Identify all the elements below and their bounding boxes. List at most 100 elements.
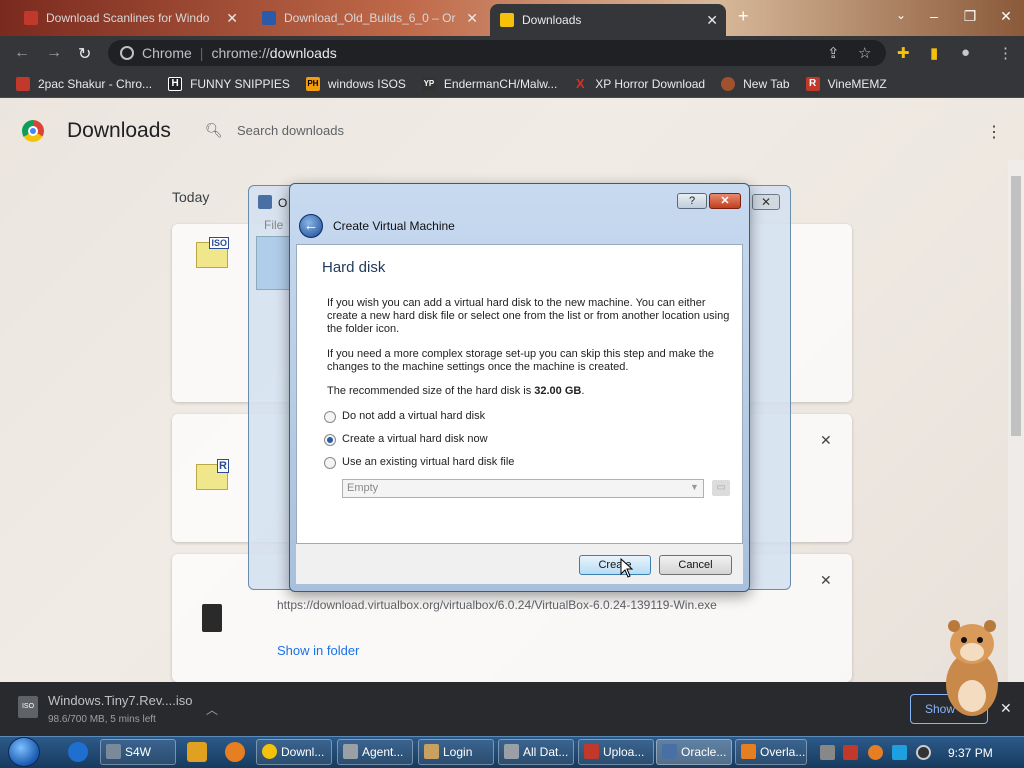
taskbar-label: Login [443, 745, 473, 759]
tray-icon[interactable] [843, 745, 858, 760]
page-scrollbar[interactable] [1008, 160, 1024, 682]
omnibox-path: downloads [269, 45, 337, 61]
dialog-close-button[interactable]: ✕ [709, 193, 741, 209]
start-button[interactable] [8, 737, 40, 767]
folder-icon[interactable]: ▭ [712, 480, 730, 496]
tray-icon[interactable] [892, 745, 907, 760]
bookmark-label: FUNNY SNIPPIES [190, 76, 290, 91]
virtualbox-title: O [278, 196, 288, 210]
r-bookmark-icon: R [805, 76, 820, 91]
new-tab-button[interactable]: + [738, 6, 749, 27]
taskbar-login[interactable]: Login [418, 739, 494, 765]
show-in-folder-link[interactable]: Show in folder [277, 643, 359, 658]
tab-close-icon[interactable]: ✕ [466, 10, 478, 27]
yp-bookmark-icon: YP [421, 76, 436, 91]
profile-avatar-icon[interactable]: ● [961, 44, 970, 61]
radio-no-disk[interactable] [324, 411, 336, 423]
tab-strip: Download Scanlines for Windo ✕ Download_… [0, 0, 1024, 36]
download-shelf [0, 682, 1024, 736]
tray-icon[interactable] [916, 745, 931, 760]
shelf-filename[interactable]: Windows.Tiny7.Rev....iso [48, 693, 193, 708]
address-bar[interactable]: Chrome | chrome://downloads [108, 40, 886, 66]
search-icon[interactable]: 🔍︎ [205, 122, 223, 139]
chrome-icon [262, 744, 277, 759]
omnibox-site: Chrome [142, 45, 192, 61]
taskbar-upload[interactable]: Uploa... [578, 739, 654, 765]
create-button[interactable]: Create [579, 555, 651, 575]
media-player-icon[interactable] [187, 742, 207, 762]
tray-icon[interactable] [868, 745, 883, 760]
remove-item-icon[interactable]: ✕ [820, 432, 832, 449]
extensions-icon[interactable]: ✚ [897, 44, 910, 62]
tab-downloads[interactable]: Downloads ✕ [490, 4, 726, 36]
tab-close-icon[interactable]: ✕ [226, 10, 238, 27]
tab-close-icon[interactable]: ✕ [706, 12, 718, 29]
sidepanel-icon[interactable]: ▮ [930, 44, 938, 62]
bookmark-endermanch[interactable]: YP EndermanCH/Malw... [421, 76, 557, 91]
taskbar-agent[interactable]: Agent... [337, 739, 413, 765]
forward-icon[interactable]: → [46, 44, 62, 62]
radio-label[interactable]: Create a virtual hard disk now [342, 433, 488, 445]
taskbar-chrome-downloads[interactable]: Downl... [256, 739, 332, 765]
help-button[interactable]: ? [677, 193, 707, 209]
bookmark-2pac[interactable]: 2pac Shakur - Chro... [16, 76, 153, 91]
taskbar-s4w[interactable]: S4W [100, 739, 176, 765]
bookmark-label: 2pac Shakur - Chro... [38, 76, 153, 91]
omnibox-separator: | [199, 45, 204, 61]
tray-icon[interactable] [820, 745, 835, 760]
cancel-button[interactable]: Cancel [659, 555, 732, 575]
bookmark-windows-isos[interactable]: PH windows ISOS [305, 76, 406, 91]
h-bookmark-icon: H [168, 76, 183, 91]
r-badge: R [217, 459, 229, 473]
bookmark-funny-snippies[interactable]: H FUNNY SNIPPIES [168, 76, 290, 91]
clock[interactable]: 9:37 PM [948, 746, 993, 760]
x-bookmark-icon: X [575, 75, 585, 91]
share-icon[interactable]: ⇪ [827, 44, 840, 62]
chevron-up-icon[interactable]: ︿ [206, 701, 218, 718]
restore-icon[interactable]: ❐ [952, 0, 988, 32]
reload-icon[interactable]: ↻ [78, 44, 91, 64]
taskbar-overlay[interactable]: Overla... [735, 739, 807, 765]
tab-search-chevron-icon[interactable]: ⌄ [896, 8, 906, 22]
globe-bookmark-icon [721, 76, 736, 91]
bookmark-new-tab[interactable]: New Tab [721, 76, 790, 91]
bookmark-xp-horror[interactable]: X XP Horror Download [573, 75, 705, 91]
back-arrow-icon[interactable]: ← [299, 214, 323, 238]
back-icon[interactable]: ← [14, 44, 30, 62]
recommended-suffix: . [581, 385, 585, 397]
scrollbar-thumb[interactable] [1011, 176, 1021, 436]
taskbar-oracle[interactable]: Oracle... [656, 739, 732, 765]
minimize-icon[interactable]: – [916, 0, 952, 32]
existing-disk-combo[interactable]: Empty [342, 479, 704, 498]
virtualbox-close-button[interactable]: ✕ [752, 194, 780, 210]
tab-old-builds[interactable]: Download_Old_Builds_6_0 – Or ✕ [252, 4, 486, 32]
radio-label[interactable]: Use an existing virtual hard disk file [342, 456, 514, 468]
close-window-icon[interactable]: ✕ [988, 0, 1024, 32]
radio-create-disk[interactable] [324, 434, 336, 446]
toolbar: ← → ↻ Chrome | chrome://downloads ⇪ ☆ ✚ ▮ … [0, 36, 1024, 70]
tab-title: Download Scanlines for Windo [46, 11, 210, 25]
menu-kebab-icon[interactable]: ⋮ [998, 44, 1013, 62]
tab-favicon-icon [500, 13, 514, 27]
taskbar-all-data[interactable]: All Dat... [498, 739, 574, 765]
bookmark-label: windows ISOS [327, 76, 406, 91]
bookmarks-bar: 2pac Shakur - Chro... H FUNNY SNIPPIES PH… [0, 70, 1024, 98]
bookmark-label: VineMEMZ [827, 76, 887, 91]
radio-existing-disk[interactable] [324, 457, 336, 469]
taskbar-label: Agent... [362, 745, 404, 759]
search-input[interactable]: Search downloads [237, 123, 344, 138]
tab-title: Download_Old_Builds_6_0 – Or [284, 11, 456, 25]
download-url[interactable]: https://download.virtualbox.org/virtualb… [277, 598, 717, 612]
app-icon[interactable] [225, 742, 245, 762]
tab-scanlines[interactable]: Download Scanlines for Windo ✕ [14, 4, 246, 32]
remove-item-icon[interactable]: ✕ [820, 572, 832, 589]
dialog-title: Create Virtual Machine [333, 219, 455, 233]
virtualbox-menu-file[interactable]: File [264, 218, 283, 232]
bookmark-star-icon[interactable]: ☆ [858, 44, 871, 62]
page-menu-icon[interactable]: ⋮ [986, 122, 1002, 142]
bookmark-vinememz[interactable]: R VineMEMZ [805, 76, 887, 91]
radio-label[interactable]: Do not add a virtual hard disk [342, 410, 485, 422]
internet-explorer-icon[interactable] [68, 742, 88, 762]
omnibox-scheme: chrome:// [211, 45, 270, 61]
taskbar-label: Overla... [760, 745, 806, 759]
